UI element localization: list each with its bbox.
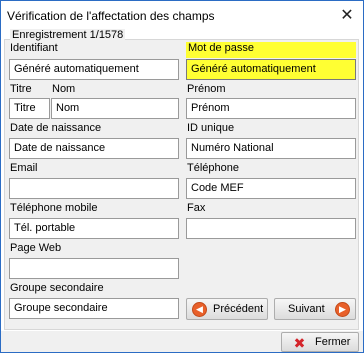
precedent-button[interactable]: ◀ Précédent: [186, 298, 268, 320]
arrow-left-icon: ◀: [192, 302, 207, 317]
identifiant-field[interactable]: Généré automatiquement: [9, 59, 179, 80]
suivant-label: Suivant: [288, 303, 325, 315]
groupe-secondaire-field[interactable]: Groupe secondaire: [9, 298, 179, 319]
nom-field[interactable]: Nom: [51, 98, 179, 119]
arrow-right-icon: ▶: [335, 302, 350, 317]
window-title: Vérification de l'affectation des champs: [7, 9, 215, 23]
page-web-label: Page Web: [10, 242, 62, 254]
fermer-label: Fermer: [315, 336, 351, 348]
dialog-window: Vérification de l'affectation des champs…: [0, 0, 364, 353]
telephone-mobile-label: Téléphone mobile: [10, 202, 98, 214]
telephone-label: Téléphone: [187, 162, 239, 174]
prenom-field[interactable]: Prénom: [186, 98, 356, 119]
telephone-field[interactable]: Code MEF: [186, 178, 356, 199]
email-field[interactable]: [9, 178, 179, 199]
title-bar: Vérification de l'affectation des champs…: [1, 1, 363, 31]
id-unique-field[interactable]: Numéro National: [186, 138, 356, 159]
window-close-icon[interactable]: ✕: [335, 5, 359, 27]
suivant-button[interactable]: Suivant ▶: [274, 298, 356, 320]
group-title: Enregistrement 1/1578: [10, 29, 126, 41]
date-naissance-field[interactable]: Date de naissance: [9, 138, 179, 159]
precedent-label: Précédent: [213, 303, 264, 315]
fermer-button[interactable]: ✖ Fermer: [281, 332, 359, 352]
close-icon: ✖: [293, 335, 306, 351]
telephone-mobile-field[interactable]: Tél. portable: [9, 218, 179, 239]
date-naissance-label: Date de naissance: [10, 122, 102, 134]
titre-field[interactable]: Titre: [9, 98, 50, 119]
email-label: Email: [10, 162, 38, 174]
prenom-label: Prénom: [187, 83, 226, 95]
identifiant-label: Identifiant: [10, 42, 58, 54]
fax-field[interactable]: [186, 218, 356, 239]
fax-label: Fax: [187, 202, 206, 214]
groupe-secondaire-label: Groupe secondaire: [10, 282, 104, 294]
page-web-field[interactable]: [9, 258, 179, 279]
id-unique-label: ID unique: [187, 122, 235, 134]
mot-de-passe-label: Mot de passe: [186, 42, 356, 58]
nom-label: Nom: [52, 83, 76, 95]
titre-label: Titre: [10, 83, 32, 95]
mot-de-passe-field[interactable]: Généré automatiquement: [186, 59, 356, 80]
